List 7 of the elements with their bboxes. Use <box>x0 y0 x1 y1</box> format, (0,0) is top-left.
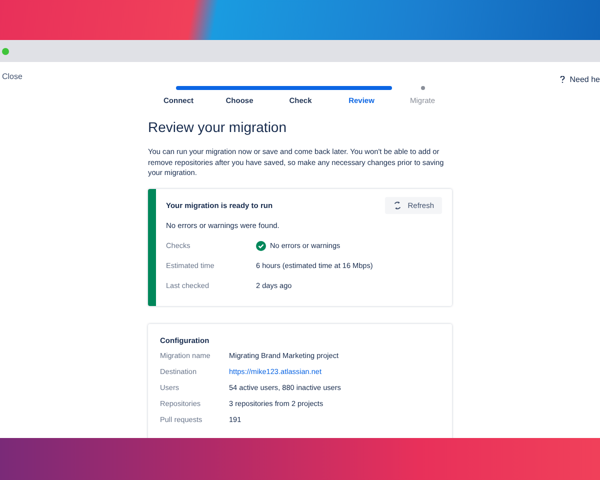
check-circle-icon <box>256 240 266 250</box>
close-link[interactable]: Close <box>2 72 22 86</box>
page-title: Review your migration <box>148 119 288 135</box>
refresh-icon <box>392 200 402 210</box>
help-icon <box>560 76 565 82</box>
help-link[interactable]: Need he <box>570 74 600 84</box>
window-button-icon[interactable] <box>2 48 9 54</box>
